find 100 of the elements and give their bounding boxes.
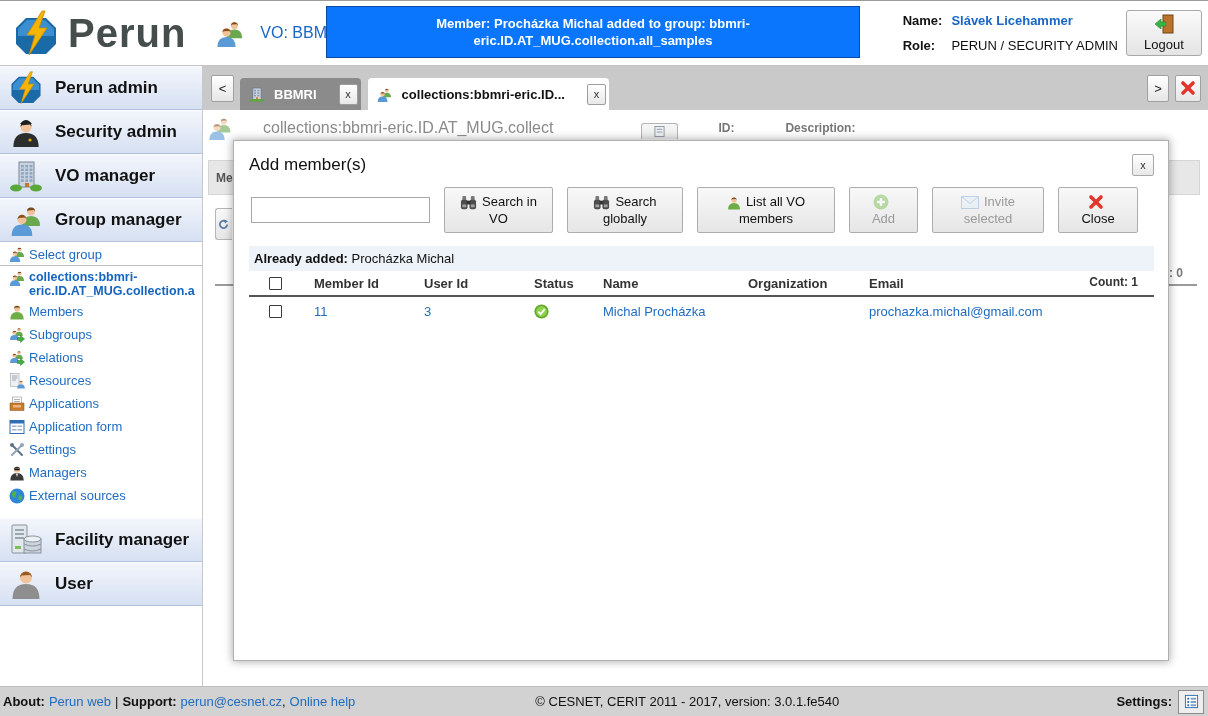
- subtab-label[interactable]: Me: [216, 170, 233, 185]
- id-label: ID:: [718, 121, 735, 135]
- person-icon: [726, 195, 741, 210]
- footer-label: Support:: [122, 694, 177, 709]
- person-icon: [10, 568, 42, 600]
- select-all-checkbox[interactable]: [268, 276, 282, 290]
- sidebar-link[interactable]: Managers: [0, 461, 202, 484]
- member-id-link[interactable]: 11: [314, 304, 328, 319]
- plus-circle-icon: [873, 194, 889, 211]
- people-icon: [208, 116, 232, 140]
- tools-icon: [9, 441, 25, 458]
- people-icon: [9, 270, 25, 286]
- document-icon: [654, 126, 666, 137]
- door-arrow-icon: [1154, 14, 1174, 34]
- search-button[interactable]: Search globally: [567, 187, 683, 233]
- settings-button[interactable]: [1178, 689, 1204, 714]
- member-name-link[interactable]: Michal Procházka: [603, 304, 706, 319]
- tab[interactable]: BBMRI x: [240, 78, 361, 110]
- current-group-link[interactable]: collections:bbmri-eric.ID.AT_MUG.collection.a: [0, 266, 202, 300]
- document-people-icon: [9, 372, 25, 389]
- lightning-logo-icon: [14, 10, 58, 56]
- row-checkbox[interactable]: [268, 305, 282, 318]
- count-label: : 0: [1169, 266, 1183, 280]
- people-arrow-icon: [9, 349, 25, 366]
- tab-close-button[interactable]: x: [586, 83, 606, 105]
- page-title: collections:bbmri-eric.ID.AT_MUG.collect: [263, 119, 554, 137]
- close-icon: [1087, 194, 1104, 211]
- sidebar-section[interactable]: VO manager: [0, 154, 202, 198]
- binoculars-icon: [460, 194, 478, 211]
- already-added-note: Already added: Procházka Michal: [249, 246, 1154, 271]
- building-icon: [10, 160, 42, 192]
- footer-punctuation: ,: [281, 694, 286, 709]
- sidebar-section[interactable]: Perun admin: [0, 66, 202, 110]
- sidebar-link[interactable]: Members: [0, 300, 202, 323]
- circle-arrow-icon: [218, 218, 229, 230]
- user-info-label: Name:: [902, 13, 943, 28]
- sidebar-section[interactable]: Group manager: [0, 198, 202, 242]
- sidebar-link[interactable]: Resources: [0, 369, 202, 392]
- column-header: Name: [603, 275, 639, 291]
- tab-close-button[interactable]: x: [338, 83, 358, 105]
- envelope-icon: [960, 196, 979, 210]
- column-header: User Id: [424, 275, 469, 291]
- sidebar-link[interactable]: Application form: [0, 415, 202, 438]
- copyright-text: © CESNET, CERIT 2011 - 2017, version: 3.0.1.fe540: [535, 694, 840, 709]
- form-icon: [9, 418, 25, 435]
- description-label: Description:: [785, 121, 856, 135]
- settings-label: Settings:: [1116, 694, 1172, 709]
- sidebar-section[interactable]: User: [0, 562, 202, 606]
- person-suit-icon: [9, 464, 25, 481]
- sidebar-link[interactable]: Subgroups: [0, 323, 202, 346]
- lightning-logo-icon: [10, 71, 42, 105]
- close-icon: [1180, 80, 1196, 96]
- sidebar-link[interactable]: Settings: [0, 438, 202, 461]
- search-button[interactable]: Search in VO: [444, 187, 553, 233]
- binoculars-icon: [593, 194, 611, 211]
- tray-icon: [9, 395, 25, 412]
- user-name-link[interactable]: Slávek Licehammer: [951, 13, 1073, 28]
- user-id-link[interactable]: 3: [424, 304, 432, 319]
- people-icon: [9, 246, 25, 262]
- dialog-close-button[interactable]: x: [1132, 154, 1154, 176]
- footer-separator: |: [115, 694, 119, 709]
- list-icon: [1183, 694, 1199, 709]
- details-button[interactable]: [641, 123, 679, 139]
- server-database-icon: [10, 524, 42, 556]
- column-header: Organization: [748, 275, 828, 291]
- logo-text: Perun: [68, 13, 187, 53]
- user-info-label: Role:: [902, 38, 936, 53]
- sidebar-link[interactable]: Relations: [0, 346, 202, 369]
- next-tab-button[interactable]: >: [1147, 74, 1169, 102]
- globe-icon: [9, 487, 25, 504]
- email-link[interactable]: prochazka.michal@gmail.com: [869, 304, 1043, 319]
- people-icon: [216, 19, 245, 47]
- column-header: Member Id: [314, 275, 379, 291]
- search-field[interactable]: [251, 197, 430, 223]
- close-all-tabs-button[interactable]: [1175, 74, 1201, 102]
- footer-link[interactable]: Online help: [289, 694, 356, 709]
- footer-link[interactable]: Perun web: [48, 694, 112, 709]
- sidebar-section[interactable]: Security admin: [0, 110, 202, 154]
- sidebar-link[interactable]: External sources: [0, 484, 202, 507]
- previous-tab-button[interactable]: <: [211, 74, 234, 102]
- toolbar-button[interactable]: [215, 208, 232, 240]
- sidebar-section[interactable]: Facility manager: [0, 518, 202, 562]
- footer-label: About:: [3, 694, 45, 709]
- sidebar-link[interactable]: Applications: [0, 392, 202, 415]
- people-arrow-icon: [9, 326, 25, 343]
- notification-banner: Member: Procházka Michal added to group: bbmri-eric.ID.AT_MUG.collection.all_samples: [326, 6, 860, 58]
- dialog-title: Add member(s): [249, 155, 367, 175]
- list-members-button[interactable]: List all VO members: [697, 187, 835, 233]
- close-button[interactable]: Close: [1058, 187, 1138, 233]
- user-info-value: PERUN / SECURITY ADMIN: [951, 38, 1118, 53]
- people-icon: [376, 86, 392, 102]
- vo-title: VO: BBM: [260, 24, 328, 42]
- select-group-link[interactable]: Select group: [0, 243, 202, 266]
- tab[interactable]: collections:bbmri-eric.ID... x: [367, 78, 609, 110]
- building-icon: [249, 86, 264, 102]
- column-header: Status: [534, 275, 574, 291]
- person-icon: [9, 303, 25, 320]
- logout-button[interactable]: Logout: [1126, 10, 1202, 56]
- footer-link[interactable]: perun@cesnet.cz: [180, 694, 282, 709]
- count-label: Count: 1: [1089, 275, 1138, 289]
